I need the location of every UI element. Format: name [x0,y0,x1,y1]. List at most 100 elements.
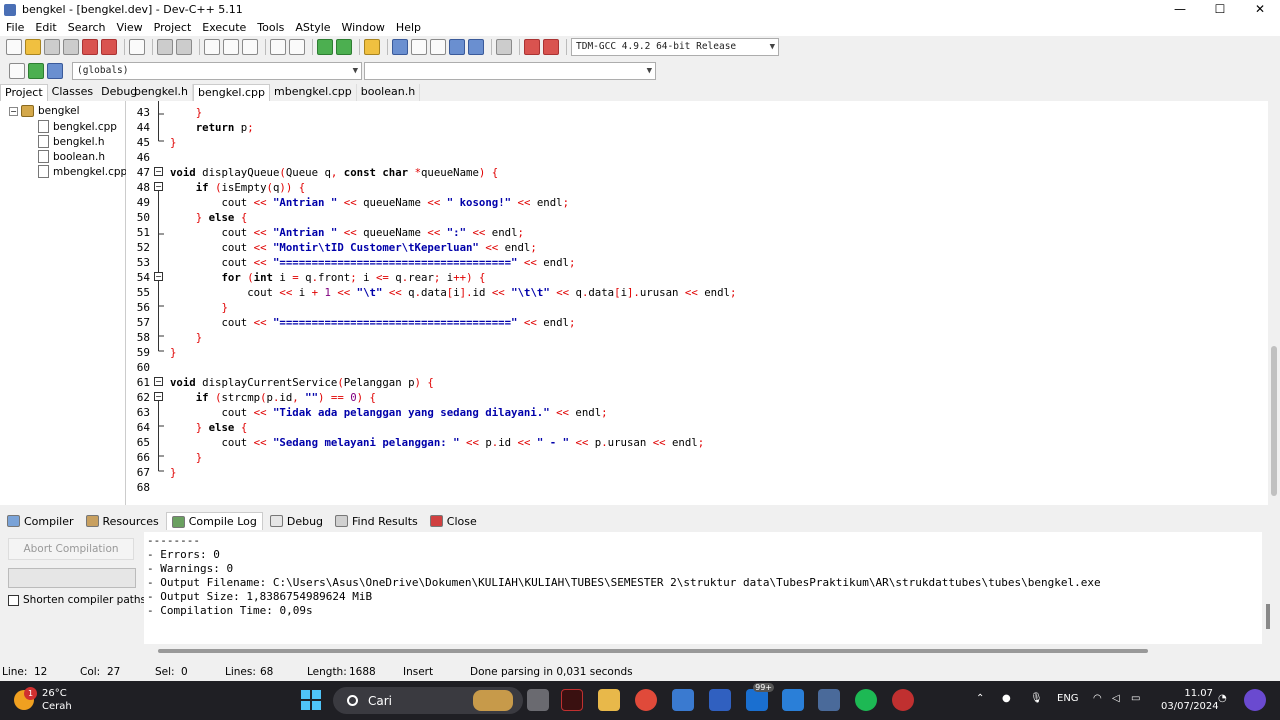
fold-toggle-icon[interactable]: − [154,377,163,386]
copilot-icon[interactable] [1244,689,1266,711]
debug-icon[interactable] [543,39,559,55]
tree-file-item[interactable]: bengkel.cpp [38,120,117,133]
tree-file-item[interactable]: mbengkel.cpp [38,165,127,178]
weather-widget[interactable]: 1 26°C Cerah [14,687,72,713]
battery-icon[interactable]: ▭ [1131,693,1140,704]
compile-icon[interactable] [392,39,408,55]
tab-classes[interactable]: Classes [48,84,97,101]
taskbar-search[interactable]: Cari [333,687,523,714]
abort-compilation-button[interactable]: Abort Compilation [8,538,134,560]
fold-toggle-icon[interactable]: − [154,272,163,281]
adobe-app-icon[interactable] [561,689,583,711]
save-all-icon[interactable] [63,39,79,55]
code-editor[interactable]: 43 44 45 46 47 48 49 50 51 52 53 54 55 5… [126,101,1268,505]
tab-close[interactable]: Close [425,513,482,530]
menu-edit[interactable]: Edit [35,21,56,34]
collapse-icon[interactable]: − [9,106,18,116]
rebuild-icon[interactable] [449,39,465,55]
shorten-paths-checkbox[interactable] [8,594,19,606]
scroll-thumb[interactable] [1271,346,1277,496]
log-horizontal-scrollbar[interactable] [144,644,1262,658]
maximize-button[interactable]: ☐ [1200,0,1240,19]
store-app-icon[interactable] [672,689,694,711]
scroll-thumb[interactable] [158,649,1148,653]
replace-icon[interactable] [223,39,239,55]
toggle-bookmark-icon[interactable] [28,62,44,79]
log-vertical-scrollbar[interactable] [1262,532,1280,644]
goto-line-icon[interactable] [270,39,286,55]
file-explorer-icon[interactable] [598,689,620,711]
notification-bell-icon[interactable]: ◔ [1218,693,1227,704]
shorten-paths-option[interactable]: Shorten compiler paths [8,594,146,606]
teams-app-icon[interactable]: 99+ [746,683,774,711]
chrome-icon[interactable] [635,689,657,711]
menu-view[interactable]: View [117,21,143,34]
tab-find-results[interactable]: Find Results [330,513,423,530]
spotify-icon[interactable] [855,689,877,711]
fold-toggle-icon[interactable]: − [154,167,163,176]
shield-icon[interactable] [364,39,380,55]
close-file-icon[interactable] [82,39,98,55]
member-select[interactable]: ▼ [364,61,656,80]
close-all-icon[interactable] [101,39,117,55]
obs-icon[interactable] [892,689,914,711]
tab-debug-bottom[interactable]: Debug [265,513,328,530]
new-file-icon[interactable] [6,39,22,55]
devcpp-taskbar-icon[interactable] [818,689,840,711]
file-tab-mbengkel-cpp[interactable]: mbengkel.cpp [270,84,357,101]
tab-compiler[interactable]: Compiler [2,513,79,530]
tab-resources[interactable]: Resources [81,513,164,530]
menu-help[interactable]: Help [396,21,421,34]
menu-search[interactable]: Search [68,21,106,34]
tree-file-item[interactable]: boolean.h [38,150,105,163]
compile-run-icon[interactable] [430,39,446,55]
wifi-icon[interactable]: ◠ [1093,693,1102,704]
insert-icon[interactable] [9,62,25,79]
undo-icon[interactable] [157,39,173,55]
project-root[interactable]: − bengkel [9,105,80,117]
unindent-icon[interactable] [336,39,352,55]
microphone-icon[interactable]: 🎙 [1030,693,1043,704]
vscode-icon[interactable] [782,689,804,711]
run-icon[interactable] [411,39,427,55]
menu-tools[interactable]: Tools [257,21,284,34]
tab-compile-log[interactable]: Compile Log [165,512,263,530]
redo-icon[interactable] [176,39,192,55]
goto-bookmark-icon[interactable] [47,62,63,79]
file-tab-bengkel-h[interactable]: bengkel.h [130,84,193,101]
menu-file[interactable]: File [6,21,24,34]
close-window-button[interactable]: ✕ [1240,0,1280,19]
syntax-check-icon[interactable] [468,39,484,55]
meet-now-icon[interactable]: ● [1002,693,1011,704]
profile-icon[interactable] [524,39,540,55]
menu-astyle[interactable]: AStyle [295,21,330,34]
app-icon[interactable] [709,689,731,711]
menu-window[interactable]: Window [342,21,385,34]
menu-project[interactable]: Project [154,21,192,34]
file-tab-boolean-h[interactable]: boolean.h [357,84,421,101]
file-tab-bengkel-cpp[interactable]: bengkel.cpp [192,84,270,101]
print-icon[interactable] [129,39,145,55]
volume-icon[interactable]: ◁ [1112,693,1120,704]
find-icon[interactable] [204,39,220,55]
stop-icon[interactable] [496,39,512,55]
scope-select[interactable]: (globals) ▼ [72,61,362,80]
fold-toggle-icon[interactable]: − [154,392,163,401]
minimize-button[interactable]: — [1160,0,1200,19]
task-view-icon[interactable] [527,689,549,711]
chevron-up-icon[interactable]: ⌃ [976,693,984,704]
fold-toggle-icon[interactable]: − [154,182,163,191]
taskbar-clock[interactable]: 11.07 03/07/2024 [1161,687,1219,713]
bookmark-icon[interactable] [289,39,305,55]
save-icon[interactable] [44,39,60,55]
indent-icon[interactable] [317,39,333,55]
editor-vertical-scrollbar[interactable] [1268,101,1280,505]
language-indicator[interactable]: ENG [1057,693,1079,704]
open-file-icon[interactable] [25,39,41,55]
compiler-select[interactable]: TDM-GCC 4.9.2 64-bit Release ▼ [571,38,779,56]
menu-execute[interactable]: Execute [202,21,246,34]
tree-file-item[interactable]: bengkel.h [38,135,105,148]
scroll-thumb[interactable] [1266,604,1270,629]
start-button[interactable] [301,690,321,710]
find-next-icon[interactable] [242,39,258,55]
